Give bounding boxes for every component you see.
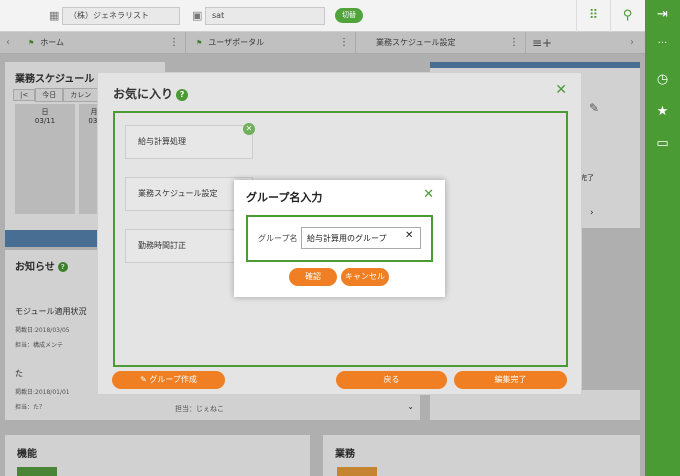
clear-icon[interactable]: ✕	[405, 230, 413, 241]
cancel-button[interactable]: キャンセル	[341, 268, 389, 286]
company-selector[interactable]: （株）ジェネラリスト	[62, 7, 180, 25]
inbox-icon[interactable]: ▭	[645, 136, 680, 151]
back-button[interactable]: 戻る	[336, 371, 447, 389]
favorite-item[interactable]: 給与計算処理 ✕	[125, 123, 255, 159]
search-icon[interactable]: ⚲	[610, 0, 644, 32]
finish-edit-button[interactable]: 編集完了	[454, 371, 567, 389]
create-group-button[interactable]: ✎ グループ作成	[112, 371, 225, 389]
top-bar: ▦ （株）ジェネラリスト ▣ sat 切替 ⠿ ⚲	[0, 0, 645, 32]
logout-icon[interactable]: ⇥	[645, 7, 680, 22]
user-field[interactable]: sat	[205, 7, 325, 25]
pen-plus-icon: ✎	[140, 375, 147, 384]
right-sidebar: ⇥ ··· ◷ ★ ▭	[645, 0, 680, 476]
close-icon[interactable]: ✕	[423, 187, 434, 202]
group-name-form: グループ名 ✕	[246, 215, 433, 262]
star-icon[interactable]: ★	[645, 104, 680, 119]
group-name-input[interactable]	[301, 227, 421, 249]
group-name-dialog: グループ名入力 ✕ グループ名 ✕ 確認 キャンセル	[234, 180, 445, 297]
user-card-icon: ▣	[192, 9, 203, 22]
help-icon[interactable]: ?	[176, 88, 189, 101]
dialog-title: お気に入り?	[113, 85, 189, 102]
confirm-button[interactable]: 確認	[289, 268, 337, 286]
more-icon[interactable]: ···	[645, 38, 680, 49]
remove-icon[interactable]: ✕	[243, 123, 255, 135]
building-icon: ▦	[49, 9, 60, 22]
apps-grid-icon[interactable]: ⠿	[576, 0, 610, 32]
history-icon[interactable]: ◷	[645, 72, 680, 87]
close-icon[interactable]: ✕	[555, 82, 567, 98]
switch-button[interactable]: 切替	[335, 8, 363, 23]
dialog-title: グループ名入力	[246, 191, 323, 204]
add-favorite-icon[interactable]: ✎	[589, 101, 599, 115]
group-name-label: グループ名	[258, 234, 298, 243]
